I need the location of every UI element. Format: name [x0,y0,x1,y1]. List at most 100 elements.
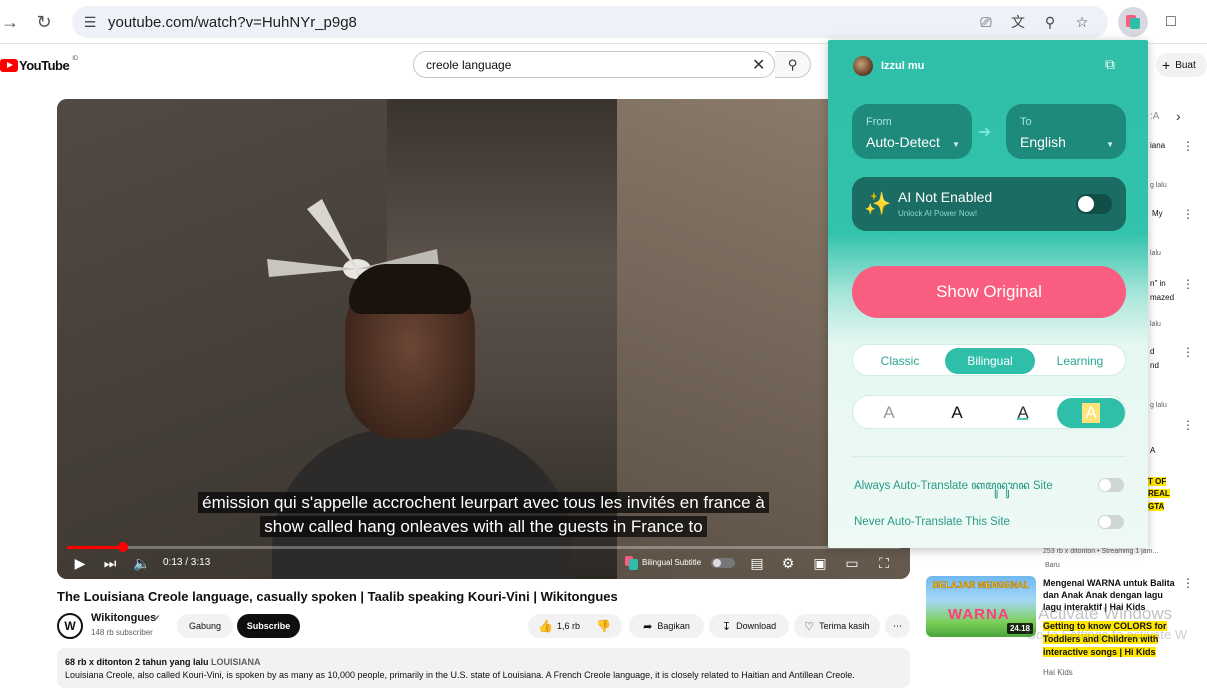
style-underline[interactable]: A [989,398,1057,428]
theater-mode-icon[interactable]: ▭ [843,554,861,572]
download-label: Download [736,621,777,631]
search-button[interactable]: ⚲ [775,51,811,78]
description-box[interactable]: 68 rb x ditonton 2 tahun yang lalu LOUIS… [57,648,910,688]
show-original-button[interactable]: Show Original [852,266,1126,318]
person-hair [349,264,471,314]
more-vertical-icon[interactable]: ⋮ [1182,139,1194,153]
install-app-icon[interactable]: ⎚ [976,12,996,32]
ai-toggle[interactable] [1076,194,1112,214]
to-value: English [1020,134,1066,150]
from-value: Auto-Detect [866,134,940,150]
more-vertical-icon[interactable]: ⋮ [1182,207,1194,221]
extensions-puzzle-icon[interactable]: □ [1156,7,1186,37]
chevron-down-icon: ▼ [952,140,960,149]
thanks-button[interactable]: ♡ Terima kasih [794,614,880,638]
style-highlight[interactable]: A [1057,398,1125,428]
channel-avatar[interactable]: W [57,613,83,639]
mode-learning[interactable]: Learning [1035,348,1125,374]
search-query[interactable]: creole language [426,58,511,72]
more-vertical-icon[interactable]: ⋮ [1182,277,1194,291]
share-button[interactable]: ➦ Bagikan [629,614,704,638]
like-count[interactable]: 1,6 rb [557,621,580,631]
browser-toolbar: → ↻ ☰ youtube.com/watch?v=HuhNYr_p9g8 ⎚ … [0,0,1207,44]
user-avatar[interactable] [853,56,873,76]
mode-classic[interactable]: Classic [855,348,945,374]
play-icon[interactable]: ▶ [71,554,89,572]
captions-icon[interactable]: ▤ [747,554,767,572]
bilingual-subtitle-icon[interactable] [623,554,639,572]
side-title-fragment: nd [1150,361,1159,370]
site-info-icon[interactable]: ☰ [80,12,100,32]
never-translate-label: Never Auto-Translate This Site [854,516,1010,528]
never-translate-toggle[interactable] [1098,515,1124,529]
next-icon[interactable]: ⏭ [101,554,119,572]
thumbs-down-icon[interactable]: 👎 [596,619,611,633]
thumbs-up-icon[interactable]: 👍 [538,619,553,633]
description-meta: 68 rb x ditonton 2 tahun yang lalu LOUIS… [65,657,261,667]
bilingual-subtitle-label: Bilingual Subtitle [642,558,702,567]
translate-extension-button[interactable] [1118,7,1148,37]
back-arrow-icon[interactable]: → [0,8,24,36]
share-external-icon[interactable]: ⧉ [1105,56,1115,73]
reload-icon[interactable]: ↻ [30,8,58,36]
ai-unlock-link[interactable]: Unlock AI Power Now! [898,209,977,218]
side-title-fragment: A [1150,446,1156,455]
download-icon: ↧ [721,620,732,633]
bilingual-subtitle-toggle[interactable] [711,558,735,568]
from-language-select[interactable]: From Auto-Detect ▼ [852,104,972,159]
video-player[interactable]: émission qui s'appelle accrochent leurpa… [57,99,910,579]
subtitle-style-segmented: A A A A [852,395,1126,429]
style-faded[interactable]: A [855,398,923,428]
clear-search-icon[interactable]: ✕ [752,55,765,75]
arrow-right-icon: ➜ [978,124,992,141]
side-title-fragment: REAL [1148,489,1170,498]
side-title-fragment: n" in [1150,279,1166,288]
progress-bar[interactable] [67,542,900,552]
fullscreen-icon[interactable]: ⛶ [875,554,893,572]
volume-icon[interactable]: 🔈 [133,554,151,572]
mode-bilingual-label: Bilingual [967,354,1013,368]
always-translate-label: Always Auto-Translate ꦏꦩꦸꦤꦸꦫꦤ Site [854,480,1053,492]
to-language-select[interactable]: To English ▼ [1006,104,1126,159]
side-title-fragment: iana [1150,141,1166,150]
search-input[interactable]: creole language ✕ [413,51,775,78]
more-actions-button[interactable]: ⋯ [885,614,910,638]
style-plain[interactable]: A [923,398,991,428]
chips-next-chevron-icon[interactable]: › [1176,108,1181,124]
url-text[interactable]: youtube.com/watch?v=HuhNYr_p9g8 [108,14,357,31]
thumbnail-word-text: WARNA [948,606,1010,623]
create-button[interactable]: + Buat [1156,53,1207,77]
translate-extension-icon [1126,15,1140,29]
video-title: The Louisiana Creole language, casually … [57,589,618,604]
youtube-logo[interactable]: YouTube ID [0,56,78,74]
to-label: To [1020,116,1032,128]
subscribe-label: Subscribe [246,621,291,631]
side-video-channel[interactable]: Hai Kids [1043,668,1073,677]
user-name[interactable]: Izzul mu [881,60,924,72]
side-title-fragment: T OF [1148,477,1167,486]
google-translate-icon[interactable]: 文 [1008,12,1028,32]
side-video-meta: 253 rb x ditonton • Streaming 1 jam... [1043,548,1159,555]
settings-gear-icon[interactable]: ⚙ [779,554,797,572]
more-vertical-icon[interactable]: ⋮ [1182,576,1194,590]
bookmark-star-icon[interactable]: ☆ [1072,12,1092,32]
zoom-icon[interactable]: ⚲ [1040,12,1060,32]
address-bar[interactable]: ☰ youtube.com/watch?v=HuhNYr_p9g8 ⎚ 文 ⚲ … [72,6,1108,38]
description-hashtag[interactable]: LOUISIANA [211,657,261,667]
always-translate-toggle[interactable] [1098,478,1124,492]
channel-name[interactable]: Wikitongues [91,612,156,624]
download-button[interactable]: ↧ Download [709,614,789,638]
subscribe-button[interactable]: Subscribe [237,614,300,638]
side-meta-fragment: lalu [1150,321,1161,328]
progress-fill [67,546,123,549]
mode-bilingual[interactable]: Bilingual [945,348,1035,374]
join-button[interactable]: Gabung [177,614,233,638]
more-vertical-icon[interactable]: ⋮ [1182,345,1194,359]
progress-scrubber[interactable] [117,542,128,552]
channel-subscriber-count: 148 rb subscriber [91,628,153,637]
more-vertical-icon[interactable]: ⋮ [1182,418,1194,432]
subtitle-original: émission qui s'appelle accrochent leurpa… [57,492,910,513]
miniplayer-icon[interactable]: ▣ [811,554,829,572]
side-video-thumbnail[interactable]: BELAJAR MENGENAL WARNA 24.18 [926,576,1036,637]
like-dislike-group: 👍 1,6 rb 👎 [528,614,622,638]
